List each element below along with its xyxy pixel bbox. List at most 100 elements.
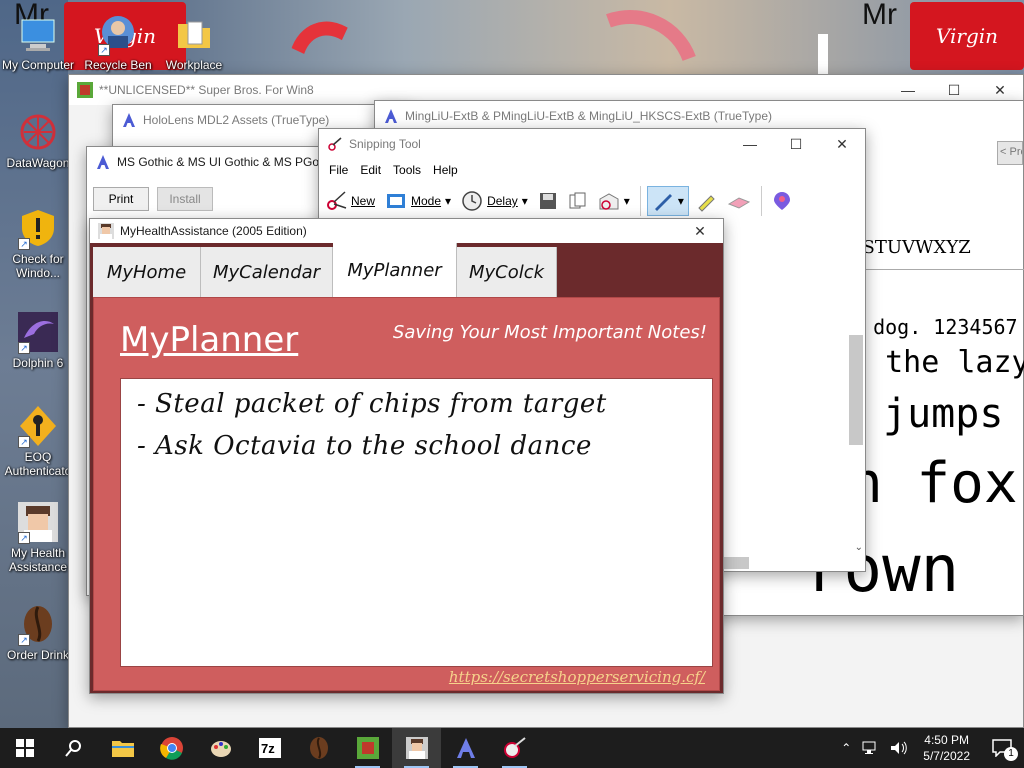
chevron-down-icon[interactable]: ▾ — [624, 194, 630, 208]
folder-icon — [172, 12, 216, 56]
paint3d-icon — [773, 192, 790, 210]
mode-button[interactable]: Mode ▾ — [381, 186, 455, 216]
taskbar-file-explorer[interactable] — [98, 728, 147, 768]
notification-center-button[interactable]: 1 — [980, 728, 1024, 768]
window-titlebar[interactable]: MingLiU-ExtB & PMingLiU-ExtB & MingLiU_H… — [375, 101, 1023, 131]
window-titlebar[interactable]: Snipping Tool — ☐ ✕ — [319, 129, 865, 159]
desktop-icon-label: My Computer — [1, 58, 75, 72]
highlighter-icon — [698, 195, 715, 212]
clock-time: 4:50 PM — [924, 733, 969, 747]
volume-icon[interactable] — [889, 740, 909, 756]
shortcut-arrow-icon: ↗ — [18, 634, 30, 646]
font-sample-line: r the lazy — [849, 345, 1024, 380]
eraser-button[interactable] — [723, 186, 755, 216]
notes-textarea[interactable]: - Steal packet of chips from target - As… — [120, 378, 713, 667]
email-icon — [599, 193, 619, 210]
chrome-icon — [159, 737, 183, 760]
window-title: MingLiU-ExtB & PMingLiU-ExtB & MingLiU_H… — [405, 109, 772, 123]
7zip-icon: 7z — [258, 738, 281, 758]
taskbar-font-viewer[interactable] — [441, 728, 490, 768]
desktop-icon-dolphin[interactable]: ↗ Dolphin 6 — [0, 310, 76, 370]
desktop-icon-workplace[interactable]: Workplace — [156, 12, 232, 72]
website-link[interactable]: https://secretshopperservicing.cf/ — [449, 668, 705, 686]
highlighter-button[interactable] — [691, 186, 721, 216]
desktop-icon-eoq-authenticator[interactable]: ↗ EOQ Authenticato — [0, 404, 76, 478]
menu-tools[interactable]: Tools — [387, 163, 427, 177]
taskbar-order-drink[interactable] — [294, 728, 343, 768]
menu-help[interactable]: Help — [427, 163, 464, 177]
search-icon — [64, 740, 81, 757]
desktop-icon-my-health-assistance[interactable]: ↗ My Health Assistance — [0, 500, 76, 574]
recycle-bin-icon: ↗ — [96, 12, 140, 56]
mode-label: Mode — [411, 194, 442, 208]
network-icon[interactable] — [861, 740, 881, 756]
avatar-icon — [405, 737, 428, 759]
tab-myplanner[interactable]: MyPlanner — [333, 243, 457, 297]
menu-edit[interactable]: Edit — [354, 163, 387, 177]
minimize-button[interactable]: — — [727, 129, 773, 159]
desktop-icon-check-for-windows[interactable]: ↗ Check for Windo... — [0, 206, 76, 280]
delay-button[interactable]: Delay ▾ — [457, 186, 532, 216]
svg-text:7z: 7z — [261, 741, 275, 756]
scroll-down-arrow[interactable]: ⌄ — [855, 542, 863, 553]
clock[interactable]: 4:50 PM 5/7/2022 — [913, 732, 980, 764]
tab-myhome[interactable]: MyHome — [93, 247, 201, 297]
copy-button[interactable] — [564, 186, 592, 216]
maximize-button[interactable]: ☐ — [773, 129, 819, 159]
chevron-down-icon[interactable]: ▾ — [678, 194, 684, 208]
coffee-bean-icon: ↗ — [16, 602, 60, 646]
window-titlebar[interactable]: MyHealthAssistance (2005 Edition) ✕ — [90, 219, 723, 243]
my-health-assistance-window[interactable]: MyHealthAssistance (2005 Edition) ✕ MyHo… — [89, 218, 724, 694]
page-subtitle: Saving Your Most Important Notes! — [392, 322, 707, 343]
toolbar: New Mode ▾ Delay ▾ ▾ ▾ — [319, 181, 865, 221]
datawagon-icon — [16, 110, 60, 154]
chevron-down-icon[interactable]: ▾ — [445, 194, 451, 208]
vertical-scrollbar-thumb[interactable] — [849, 335, 863, 445]
desktop-icon-label: My Health Assistance — [8, 546, 68, 574]
close-button[interactable]: ✕ — [677, 216, 723, 246]
send-snip-button[interactable]: ▾ — [594, 186, 634, 216]
save-button[interactable] — [534, 186, 562, 216]
file-explorer-icon — [111, 741, 134, 757]
close-button[interactable]: ✕ — [819, 129, 865, 159]
search-button[interactable] — [49, 728, 98, 768]
taskbar-my-health-assistance[interactable] — [392, 728, 441, 768]
previous-button[interactable]: < Pre — [997, 141, 1023, 165]
shortcut-arrow-icon: ↗ — [98, 44, 110, 56]
pen-button[interactable]: ▾ — [646, 186, 689, 216]
start-button[interactable] — [0, 728, 49, 768]
taskbar-chrome[interactable] — [147, 728, 196, 768]
window-titlebar[interactable]: MS Gothic & MS UI Gothic & MS PGothic — [87, 147, 335, 177]
game-icon — [356, 737, 379, 759]
coffee-bean-icon — [309, 737, 328, 759]
menu-file[interactable]: File — [323, 163, 354, 177]
desktop-icon-label: EOQ Authenticato — [4, 450, 72, 478]
taskbar-super-bros[interactable] — [343, 728, 392, 768]
taskbar-7zip[interactable]: 7z — [245, 728, 294, 768]
desktop-icon-order-drink[interactable]: ↗ Order Drink — [0, 602, 76, 662]
desktop-icon-label: Workplace — [165, 58, 223, 72]
taskbar-snipping-tool[interactable] — [490, 728, 539, 768]
paint3d-button[interactable] — [768, 186, 796, 216]
desktop-icon-recycle-bin[interactable]: ↗ Recycle Ben — [80, 12, 156, 72]
dolphin-icon: ↗ — [16, 310, 60, 354]
print-button[interactable]: Print — [93, 187, 149, 211]
tab-mycolck[interactable]: MyColck — [457, 247, 557, 297]
desktop-icon-label: Order Drink — [6, 648, 69, 662]
note-line: - Steal packet of chips from target — [137, 389, 607, 419]
new-snip-button[interactable]: New — [321, 186, 379, 216]
tab-mycalendar[interactable]: MyCalendar — [201, 247, 333, 297]
desktop-icon-label: DataWagon — [6, 156, 70, 170]
taskbar-paint[interactable] — [196, 728, 245, 768]
chevron-up-icon[interactable]: ⌃ — [835, 741, 857, 755]
app-body: MyHome MyCalendar MyPlanner MyColck MyPl… — [90, 243, 723, 693]
divider — [849, 269, 1024, 270]
avatar-icon — [98, 223, 114, 239]
install-button[interactable]: Install — [157, 187, 213, 211]
desktop-icon-datawagon[interactable]: DataWagon — [0, 110, 76, 170]
desktop-icon-my-computer[interactable]: My Computer — [0, 12, 76, 72]
copy-icon — [569, 192, 586, 209]
planner-panel: MyPlanner Saving Your Most Important Not… — [93, 297, 720, 691]
key-icon: ↗ — [16, 404, 60, 448]
chevron-down-icon[interactable]: ▾ — [522, 194, 528, 208]
